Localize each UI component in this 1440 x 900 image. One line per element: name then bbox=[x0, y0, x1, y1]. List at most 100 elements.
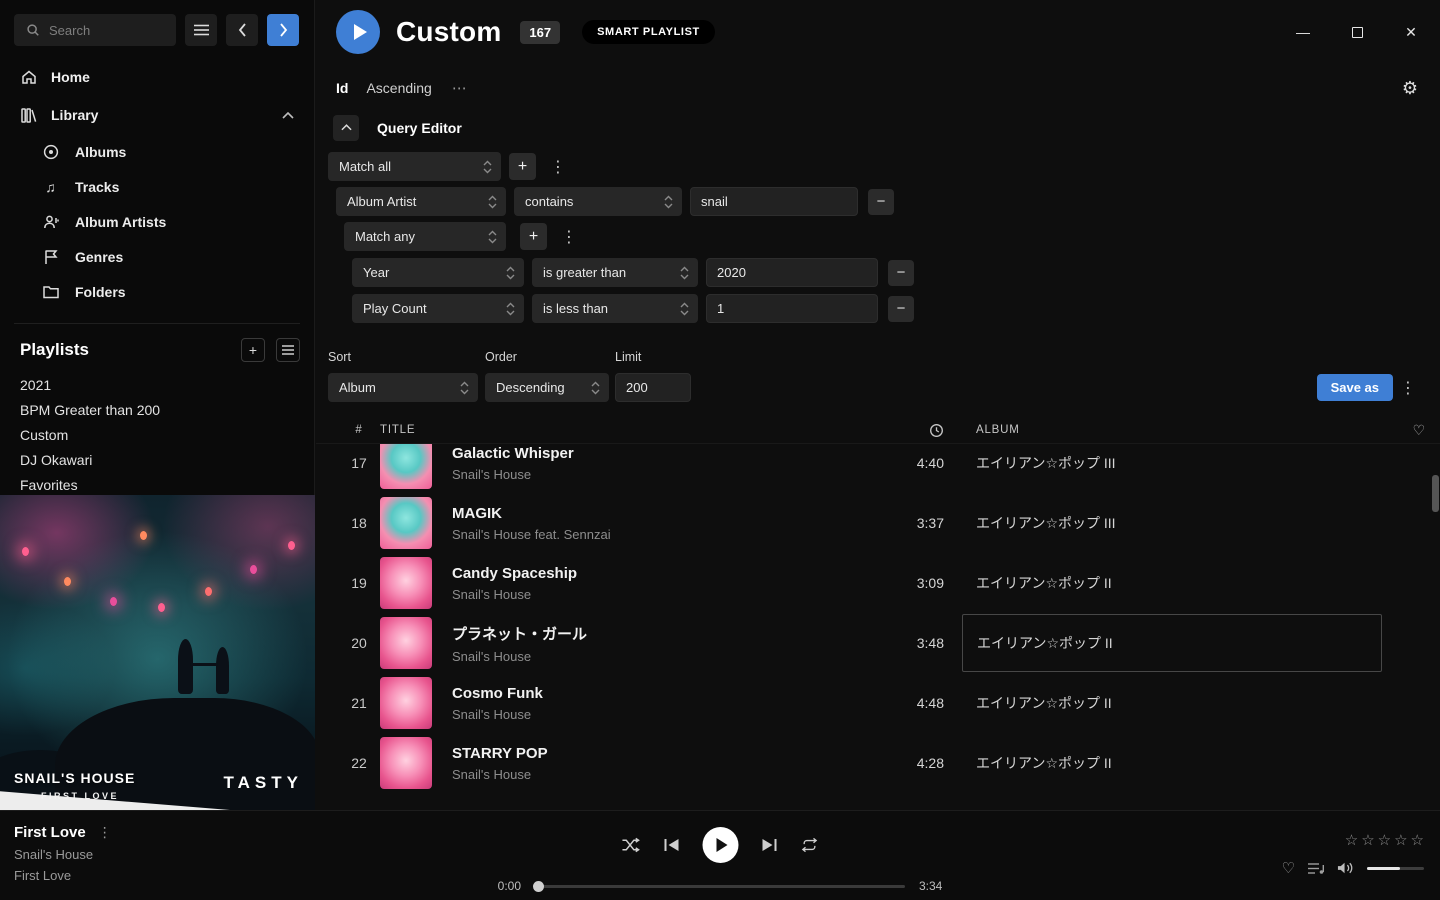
remove-rule-button[interactable]: − bbox=[888, 296, 914, 322]
settings-gear-icon[interactable]: ⚙ bbox=[1402, 78, 1418, 99]
add-playlist-button[interactable]: + bbox=[241, 338, 265, 362]
track-row[interactable]: 17 Galactic Whisper Snail's House 4:40 エ… bbox=[316, 444, 1440, 493]
search-input[interactable] bbox=[49, 23, 159, 38]
rule-menu-icon[interactable]: ⋮ bbox=[544, 157, 572, 177]
add-group-rule-button[interactable]: + bbox=[520, 223, 547, 250]
track-row[interactable]: 22 STARRY POP Snail's House 4:28 エイリアン☆ポ… bbox=[316, 733, 1440, 793]
track-row[interactable]: 21 Cosmo Funk Snail's House 4:48 エイリアン☆ポ… bbox=[316, 673, 1440, 733]
column-title[interactable]: TITLE bbox=[380, 424, 452, 436]
track-album[interactable]: エイリアン☆ポップ II bbox=[976, 693, 1112, 713]
order-select[interactable]: Descending bbox=[485, 373, 609, 402]
play-playlist-button[interactable] bbox=[336, 10, 380, 54]
sort-direction-button[interactable]: Ascending bbox=[366, 80, 431, 96]
now-playing-album[interactable]: First Love bbox=[14, 868, 112, 883]
save-as-button[interactable]: Save as bbox=[1317, 374, 1393, 401]
playlist-item[interactable]: 2021 bbox=[0, 372, 314, 397]
limit-input[interactable] bbox=[615, 373, 691, 402]
volume-slider[interactable] bbox=[1367, 867, 1424, 870]
seek-bar[interactable] bbox=[535, 885, 905, 888]
forward-button[interactable] bbox=[267, 14, 299, 46]
match-mode-select[interactable]: Match all bbox=[328, 152, 501, 181]
rule-value-input[interactable] bbox=[690, 187, 858, 216]
column-album[interactable]: ALBUM bbox=[962, 424, 1382, 436]
track-row[interactable]: 18 MAGIK Snail's House feat. Sennzai 3:3… bbox=[316, 493, 1440, 553]
focused-album-cell[interactable]: エイリアン☆ポップ II bbox=[962, 614, 1382, 672]
save-menu-icon[interactable]: ⋮ bbox=[1400, 378, 1416, 398]
sidebar-item-home[interactable]: Home bbox=[0, 58, 314, 96]
now-playing-artwork[interactable]: SNAIL'S HOUSE FIRST LOVE TASTY bbox=[0, 495, 315, 810]
star-icon[interactable]: ☆ bbox=[1345, 831, 1358, 849]
sort-field-button[interactable]: Id bbox=[336, 80, 348, 96]
seek-handle[interactable] bbox=[533, 881, 544, 892]
minimize-button[interactable]: — bbox=[1288, 17, 1318, 47]
playlist-item[interactable]: BPM Greater than 200 bbox=[0, 397, 314, 422]
now-playing-menu-icon[interactable]: ⋮ bbox=[98, 824, 112, 841]
rule-field-select[interactable]: Album Artist bbox=[336, 187, 506, 216]
sidebar-item-library[interactable]: Library bbox=[0, 96, 314, 134]
group-menu-icon[interactable]: ⋮ bbox=[555, 227, 583, 247]
next-track-icon[interactable] bbox=[762, 838, 778, 852]
playlist-list-button[interactable] bbox=[276, 338, 300, 362]
repeat-icon[interactable] bbox=[801, 837, 819, 853]
maximize-button[interactable] bbox=[1342, 17, 1372, 47]
scrollbar-thumb[interactable] bbox=[1432, 475, 1439, 512]
star-icon[interactable]: ☆ bbox=[1394, 831, 1407, 849]
shuffle-icon[interactable] bbox=[622, 837, 641, 853]
duration-column-clock-icon[interactable] bbox=[872, 423, 962, 438]
album-art-thumbnail[interactable] bbox=[380, 737, 432, 789]
star-icon[interactable]: ☆ bbox=[1411, 831, 1424, 849]
rule-value-input[interactable] bbox=[706, 258, 878, 287]
rule-operator-select[interactable]: is less than bbox=[532, 294, 698, 323]
queue-icon[interactable] bbox=[1308, 862, 1324, 875]
track-album[interactable]: エイリアン☆ポップ II bbox=[976, 753, 1112, 773]
rule-field-select[interactable]: Year bbox=[352, 258, 524, 287]
track-artist[interactable]: Snail's House bbox=[452, 649, 872, 664]
sidebar-item-tracks[interactable]: ♫ Tracks bbox=[0, 169, 314, 204]
now-playing-title[interactable]: First Love bbox=[14, 824, 86, 841]
remove-rule-button[interactable]: − bbox=[888, 260, 914, 286]
album-art-thumbnail[interactable] bbox=[380, 677, 432, 729]
remove-rule-button[interactable]: − bbox=[868, 189, 894, 215]
track-artist[interactable]: Snail's House bbox=[452, 467, 872, 482]
track-title[interactable]: Candy Spaceship bbox=[452, 565, 872, 582]
back-button[interactable] bbox=[226, 14, 258, 46]
track-title[interactable]: Cosmo Funk bbox=[452, 685, 872, 702]
collapse-query-editor-button[interactable] bbox=[333, 115, 359, 141]
previous-track-icon[interactable] bbox=[664, 838, 680, 852]
track-title[interactable]: STARRY POP bbox=[452, 745, 872, 762]
album-art-thumbnail[interactable] bbox=[380, 617, 432, 669]
search-box[interactable] bbox=[14, 14, 176, 46]
sidebar-item-folders[interactable]: Folders bbox=[0, 274, 314, 309]
star-icon[interactable]: ☆ bbox=[1378, 831, 1391, 849]
favorite-column-heart-icon[interactable]: ♡ bbox=[1382, 422, 1432, 439]
star-icon[interactable]: ☆ bbox=[1361, 831, 1374, 849]
close-button[interactable]: ✕ bbox=[1396, 17, 1426, 47]
sort-by-select[interactable]: Album bbox=[328, 373, 478, 402]
track-artist[interactable]: Snail's House bbox=[452, 767, 872, 782]
play-pause-button[interactable] bbox=[703, 827, 739, 863]
track-title[interactable]: Galactic Whisper bbox=[452, 445, 872, 462]
volume-icon[interactable] bbox=[1337, 861, 1354, 875]
playlist-item[interactable]: Favorites bbox=[0, 472, 314, 497]
track-artist[interactable]: Snail's House bbox=[452, 587, 872, 602]
sidebar-item-albums[interactable]: Albums bbox=[0, 134, 314, 169]
group-match-mode-select[interactable]: Match any bbox=[344, 222, 506, 251]
rule-operator-select[interactable]: contains bbox=[514, 187, 682, 216]
rule-operator-select[interactable]: is greater than bbox=[532, 258, 698, 287]
sidebar-item-genres[interactable]: Genres bbox=[0, 239, 314, 274]
track-artist[interactable]: Snail's House bbox=[452, 707, 872, 722]
sidebar-item-album-artists[interactable]: Album Artists bbox=[0, 204, 314, 239]
track-album[interactable]: エイリアン☆ポップ II bbox=[977, 633, 1113, 653]
rule-value-input[interactable] bbox=[706, 294, 878, 323]
album-art-thumbnail[interactable] bbox=[380, 497, 432, 549]
track-album[interactable]: エイリアン☆ポップ III bbox=[976, 453, 1116, 473]
track-title[interactable]: プラネット・ガール bbox=[452, 623, 872, 644]
track-album[interactable]: エイリアン☆ポップ III bbox=[976, 513, 1116, 533]
track-album[interactable]: エイリアン☆ポップ II bbox=[976, 573, 1112, 593]
track-title[interactable]: MAGIK bbox=[452, 505, 872, 522]
track-row[interactable]: 19 Candy Spaceship Snail's House 3:09 エイ… bbox=[316, 553, 1440, 613]
now-playing-artist[interactable]: Snail's House bbox=[14, 847, 112, 862]
track-artist[interactable]: Snail's House feat. Sennzai bbox=[452, 527, 872, 542]
rule-field-select[interactable]: Play Count bbox=[352, 294, 524, 323]
menu-button[interactable] bbox=[185, 14, 217, 46]
